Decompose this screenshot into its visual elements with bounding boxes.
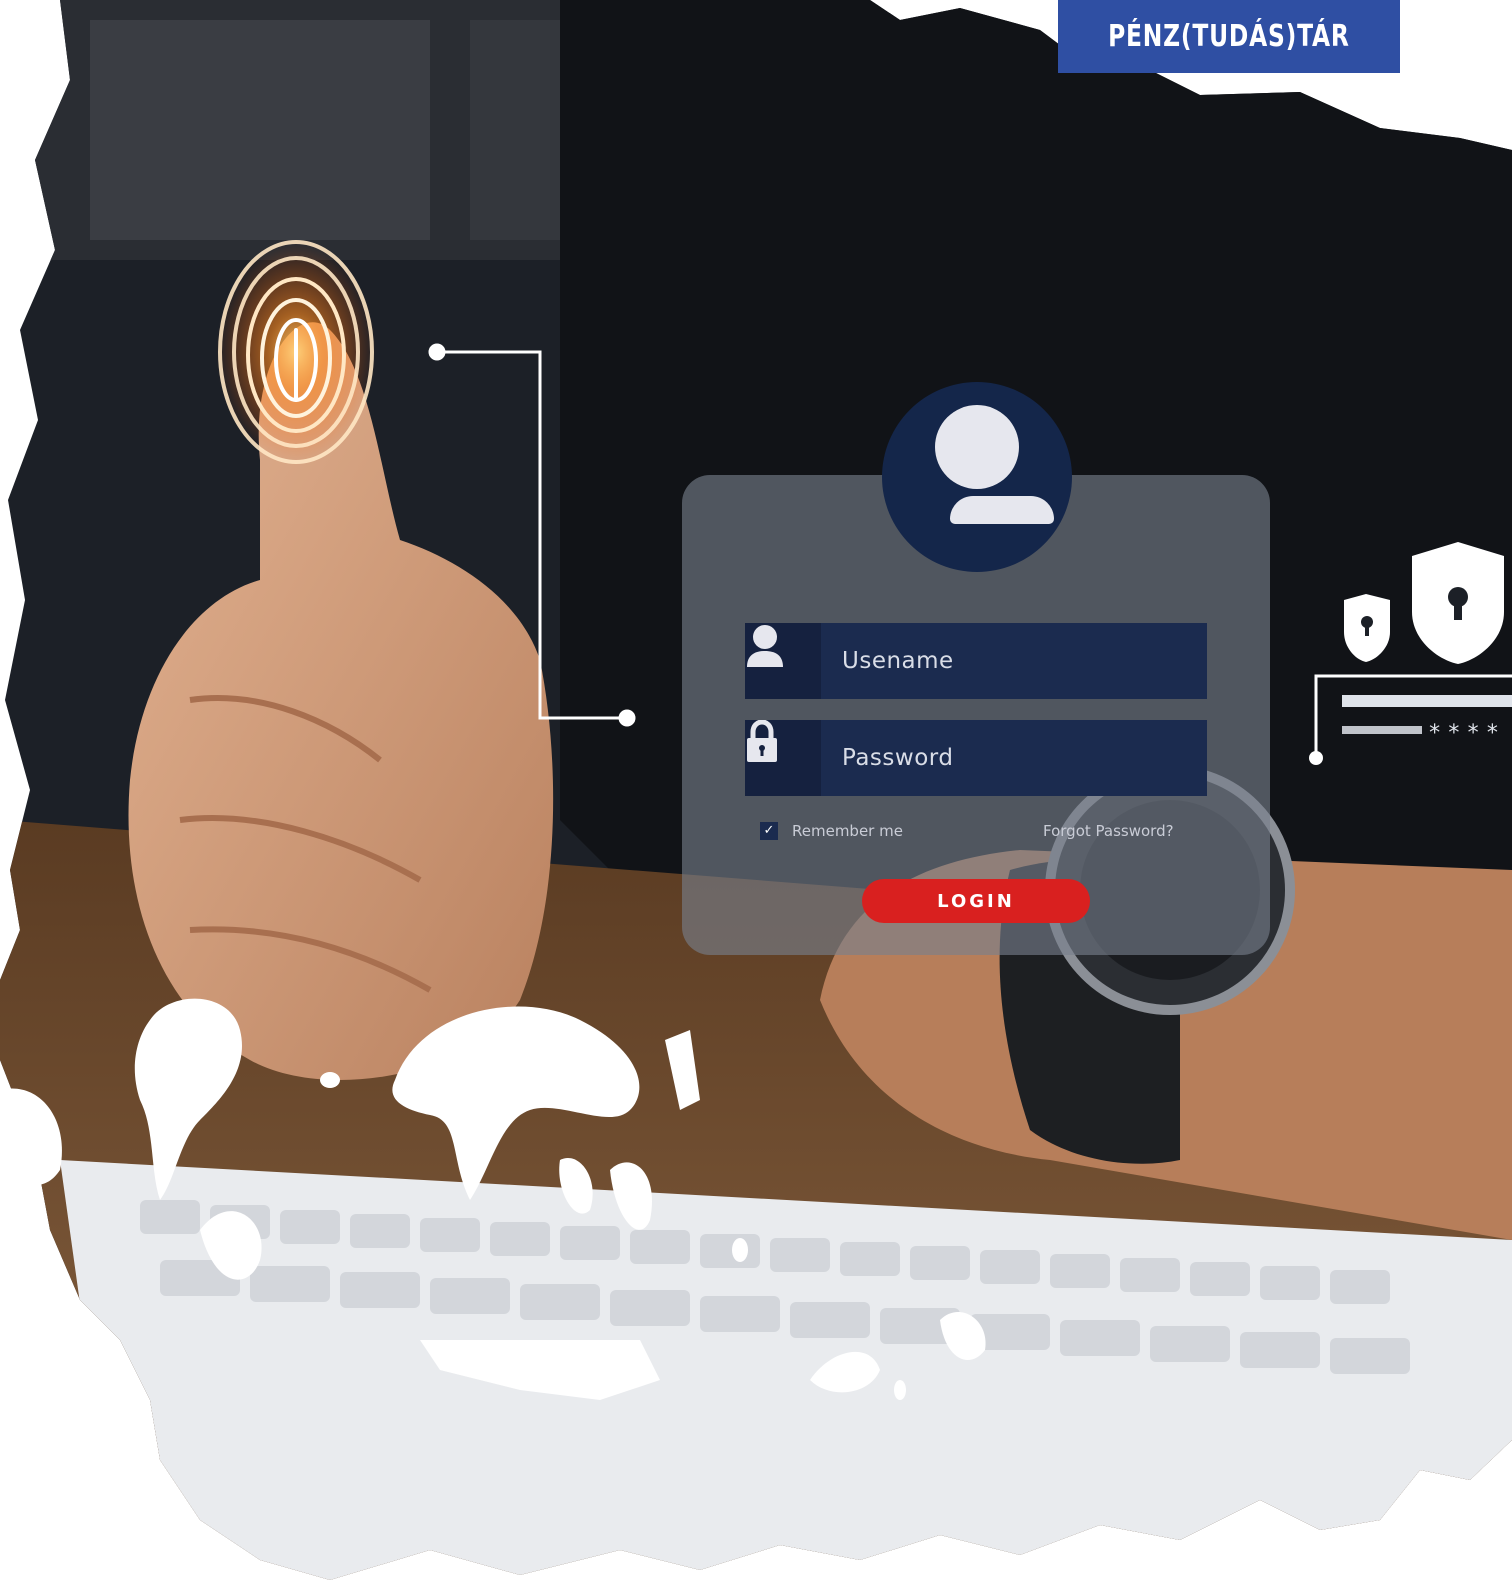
lock-icon: [745, 720, 821, 796]
username-placeholder: Usename: [842, 648, 954, 674]
check-icon[interactable]: ✓: [760, 822, 778, 840]
avatar-head: [935, 405, 1019, 489]
password-field[interactable]: Password: [745, 720, 1207, 796]
masked-password: ****: [1428, 721, 1505, 746]
remember-me[interactable]: ✓ Remember me: [760, 822, 903, 840]
login-button[interactable]: LOGIN: [862, 879, 1090, 923]
brand-badge: PÉNZ(TUDÁS)TÁR: [1058, 0, 1400, 73]
avatar-body: [950, 496, 1054, 524]
remember-label: Remember me: [792, 822, 903, 840]
photo-scene: PÉNZ(TUDÁS)TÁR Usename Password ✓ Rememb…: [0, 0, 1512, 1590]
forgot-password-link[interactable]: Forgot Password?: [1043, 822, 1174, 840]
user-icon: [745, 623, 821, 699]
brand-badge-text: PÉNZ(TUDÁS)TÁR: [1108, 19, 1350, 54]
login-button-label: LOGIN: [937, 890, 1015, 912]
username-field[interactable]: Usename: [745, 623, 1207, 699]
password-placeholder: Password: [842, 745, 954, 771]
